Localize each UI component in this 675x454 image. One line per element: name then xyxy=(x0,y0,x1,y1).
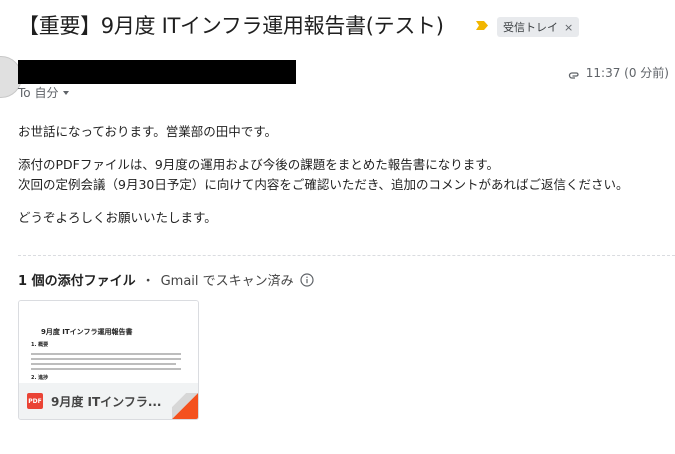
page-fold-icon xyxy=(172,393,198,419)
preview-section: 1. 概要 xyxy=(31,342,49,348)
body-paragraph-line: 次回の定例会議（9月30日予定）に向けて内容をご確認いただき、追加のコメントがあ… xyxy=(18,177,629,192)
attachment-preview: 9月度 ITインフラ運用報告書 1. 概要 2. 進捗 xyxy=(19,301,198,383)
body-paragraph-greeting: お世話になっております。営業部の田中です。 xyxy=(18,124,278,139)
scan-status: Gmail でスキャン済み xyxy=(160,274,294,289)
attachment-filename: 9月度 ITインフラ... xyxy=(51,395,162,409)
attachments-divider xyxy=(18,255,675,256)
attachments-header: 1 個の添付ファイル ・ Gmail でスキャン済み xyxy=(18,270,314,289)
body-paragraph-line: 添付のPDFファイルは、9月度の運用および今後の課題をまとめた報告書になります。 xyxy=(18,157,500,172)
chevron-down-icon xyxy=(63,90,70,95)
inbox-label-chip: 受信トレイ × xyxy=(497,17,580,37)
recipient-details-toggle[interactable]: To 自分 xyxy=(18,84,71,101)
sender-name-redacted xyxy=(18,60,296,84)
inbox-label-text: 受信トレイ xyxy=(503,21,558,34)
attachment-card[interactable]: 9月度 ITインフラ運用報告書 1. 概要 2. 進捗 PDF 9月度 ITイン… xyxy=(18,300,199,420)
info-icon[interactable] xyxy=(300,272,314,287)
preview-section: 2. 進捗 xyxy=(31,375,49,381)
preview-text-line xyxy=(31,358,181,360)
email-timestamp: 11:37 (0 分前) xyxy=(585,66,669,80)
body-paragraph-closing: どうぞよろしくお願いいたします。 xyxy=(18,210,217,225)
pdf-icon: PDF xyxy=(27,393,43,409)
email-meta: 11:37 (0 分前) xyxy=(564,64,669,81)
close-icon[interactable]: × xyxy=(564,21,573,34)
preview-title: 9月度 ITインフラ運用報告書 xyxy=(41,328,133,336)
important-marker-icon[interactable] xyxy=(476,21,488,30)
attachment-count: 1 個の添付ファイル xyxy=(18,274,136,289)
preview-text-line xyxy=(31,353,181,355)
attachment-separator: ・ xyxy=(141,274,155,289)
paperclip-icon xyxy=(568,71,579,79)
preview-text-line xyxy=(31,363,176,365)
email-subject: 【重要】9月度 ITインフラ運用報告書(テスト) xyxy=(18,14,444,38)
recipient-text: To 自分 xyxy=(18,86,59,100)
email-body: お世話になっております。営業部の田中です。 添付のPDFファイルは、9月度の運用… xyxy=(18,122,668,241)
preview-text-line xyxy=(31,368,181,370)
